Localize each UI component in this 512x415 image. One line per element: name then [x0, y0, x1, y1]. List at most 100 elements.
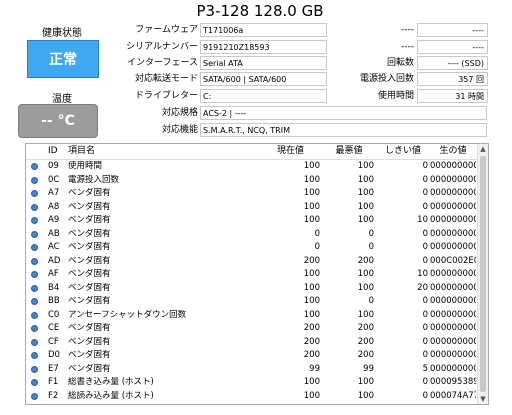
row-raw: 000000000023 [430, 350, 476, 360]
transfer-mode-value: SATA/600 | SATA/600 [200, 72, 327, 86]
table-row[interactable]: A7 ベンダ固有 100 100 0000000000000 [26, 188, 488, 199]
row-current: 100 [303, 282, 320, 293]
health-status-button[interactable]: 正常 [27, 40, 99, 78]
status-dot-icon [31, 190, 38, 197]
table-row[interactable]: A9 ベンダ固有 100 100 10000000000022 [26, 215, 488, 226]
row-name: 電源投入回数 [68, 174, 120, 185]
table-row[interactable]: AF ベンダ固有 100 100 10000000000000 [26, 269, 488, 280]
row-current: 100 [303, 174, 320, 185]
table-row[interactable]: E7 ベンダ固有 99 99 5000000000001 [26, 363, 488, 375]
row-current: 100 [303, 390, 320, 401]
status-dot-icon [31, 325, 38, 332]
header-name[interactable]: 項目名 [68, 144, 248, 159]
serial-label: シリアルナンバー [126, 42, 198, 52]
row-worst: 200 [357, 255, 374, 266]
row-current: 100 [303, 296, 320, 306]
row-id: AC [48, 242, 60, 252]
status-dot-icon [31, 298, 38, 305]
status-dot-cell [31, 161, 39, 170]
row-id: B4 [48, 282, 60, 293]
smart-attributes-table[interactable]: ID 項目名 現在値 最悪値 しきい値 生の値 09 使用時間 100 100 0 000… [25, 143, 489, 405]
row-worst: 100 [357, 174, 374, 185]
table-row[interactable]: ABベンダ固有000000000000000 [26, 228, 488, 240]
status-dot-cell [31, 269, 39, 278]
table-row[interactable]: 0C 電源投入回数 100 100 0000000000165 [26, 174, 488, 186]
row-raw: 000000000001 [430, 363, 476, 374]
row-id: 09 [48, 161, 59, 171]
row-threshold: 0 [422, 309, 428, 320]
table-row[interactable]: ACベンダ固有000000000000000 [26, 242, 488, 253]
row-name: ベンダ固有 [68, 269, 111, 279]
table-row[interactable]: F2 総読み込み量 (ホスト) 100 100 0000074A77A09 [26, 390, 488, 402]
row-worst: 0 [368, 228, 374, 239]
status-dot-cell [31, 364, 39, 373]
row-raw: 000000000000 [430, 201, 476, 212]
scroll-up-arrow-icon[interactable]: ▲ [478, 144, 488, 154]
status-dot-cell [31, 256, 39, 265]
right-dash-label-2: ---- [401, 42, 414, 52]
row-id: A9 [48, 215, 60, 225]
health-label: 健康状態 [42, 28, 82, 39]
row-name: ベンダ固有 [68, 201, 111, 212]
row-current: 100 [303, 215, 320, 225]
row-raw: 000000000022 [430, 215, 476, 225]
row-worst: 100 [357, 215, 374, 225]
scroll-down-arrow-icon[interactable]: ▼ [478, 394, 488, 404]
table-row[interactable]: CE ベンダ固有 200 200 000000000000C [26, 323, 488, 334]
power-on-count-label: 電源投入回数 [359, 74, 414, 84]
status-dot-cell [31, 350, 39, 359]
row-worst: 100 [357, 188, 374, 198]
row-id: AF [48, 269, 59, 279]
interface-value: Serial ATA [200, 56, 327, 70]
header-worst[interactable]: 最悪値 [324, 144, 374, 159]
header-current[interactable]: 現在値 [261, 144, 320, 159]
header-threshold[interactable]: しきい値 [378, 144, 428, 159]
row-worst: 200 [357, 336, 374, 347]
table-row[interactable]: AD ベンダ固有 200 200 0000C002E0023 [26, 255, 488, 267]
status-dot-icon [31, 203, 38, 211]
table-row[interactable]: 09 使用時間 100 100 000000000001F [26, 161, 488, 172]
status-dot-cell [31, 215, 39, 224]
table-row[interactable]: F1 総書き込み量 (ホスト) 100 100 0000095389722 [26, 377, 488, 388]
row-name: 総読み込み量 (ホスト) [68, 390, 154, 401]
drive-letter-value: C: [200, 89, 327, 103]
table-row[interactable]: CF ベンダ固有 200 200 000000000002E [26, 336, 488, 348]
features-label: 対応機能 [161, 125, 198, 135]
status-dot-cell [31, 310, 39, 319]
status-dot-cell [31, 242, 39, 251]
table-row[interactable]: D0 ベンダ固有 200 200 0000000000023 [26, 350, 488, 361]
row-worst: 100 [357, 161, 374, 171]
row-threshold: 0 [422, 390, 428, 401]
temperature-status-button[interactable]: -- °C [18, 104, 98, 138]
status-dot-cell [31, 296, 39, 305]
row-threshold: 0 [422, 188, 428, 198]
table-scrollbar[interactable]: ▲ ▼ [477, 144, 488, 404]
table-row[interactable]: B4 ベンダ固有 100 100 20000000000160 [26, 282, 488, 294]
standard-label: 対応規格 [161, 108, 198, 118]
row-worst: 200 [357, 350, 374, 360]
row-worst: 200 [357, 323, 374, 333]
status-dot-icon [31, 352, 38, 359]
status-dot-cell [31, 188, 39, 197]
table-header: ID 項目名 現在値 最悪値 しきい値 生の値 [26, 144, 488, 160]
status-dot-icon [31, 379, 38, 386]
row-raw: 000000000000 [430, 242, 476, 252]
table-row[interactable]: A8 ベンダ固有 100 100 0000000000000 [26, 201, 488, 213]
row-id: F1 [48, 377, 59, 387]
interface-label: インターフェース [126, 58, 198, 68]
row-threshold: 0 [422, 377, 428, 387]
temperature-label: 温度 [52, 94, 72, 105]
scroll-thumb[interactable] [480, 156, 486, 392]
row-raw: 000000000000 [430, 269, 476, 279]
row-raw: 000000000000 [430, 188, 476, 198]
table-row[interactable]: BBベンダ固有10000000000000000 [26, 296, 488, 307]
row-threshold: 5 [422, 363, 428, 374]
row-id: AD [48, 255, 61, 266]
row-name: ベンダ固有 [68, 282, 111, 293]
header-id[interactable]: ID [48, 144, 62, 159]
row-threshold: 10 [417, 215, 428, 225]
table-row[interactable]: C0 アンセーフシャットダウン回数 100 100 000000000003A [26, 309, 488, 321]
row-current: 100 [303, 309, 320, 320]
row-name: ベンダ固有 [68, 336, 111, 347]
header-raw[interactable]: 生の値 [430, 144, 476, 159]
